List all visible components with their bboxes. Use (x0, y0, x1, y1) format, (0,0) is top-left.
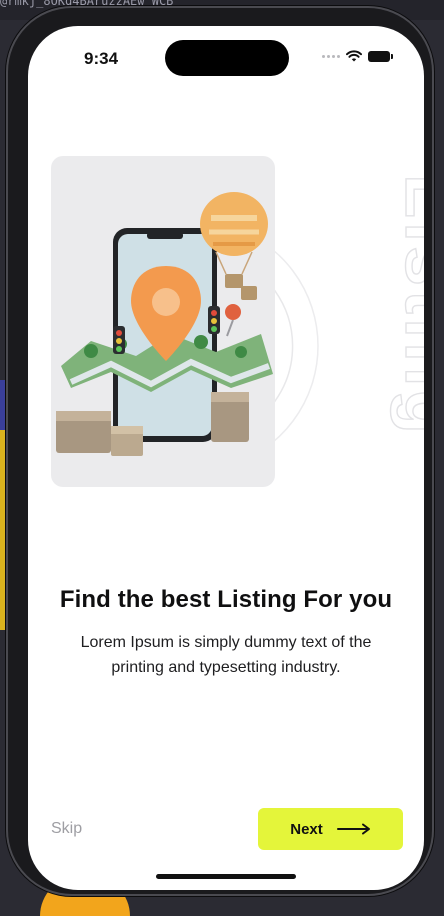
onboarding-screen: 9:34 Listing Find the best Listing For y… (28, 26, 424, 890)
status-icons (322, 50, 393, 62)
vertical-word-text: Listing (390, 174, 424, 438)
dynamic-island (165, 40, 289, 76)
onboarding-description-line: Lorem Ipsum is simply dummy text of the (80, 634, 372, 651)
next-button-label: Next (290, 820, 323, 838)
phone-map-illustration (56, 192, 273, 456)
wifi-icon (346, 50, 362, 62)
onboarding-description: Lorem Ipsum is simply dummy text of the … (72, 630, 380, 680)
onboarding-headline: Find the best Listing For you (59, 586, 393, 613)
listing-illustration (51, 156, 275, 487)
skip-button[interactable]: Skip (51, 820, 82, 838)
battery-icon (368, 50, 393, 62)
vertical-word-watermark: Listing (389, 174, 424, 439)
arrow-right-icon (336, 823, 370, 835)
signal-dots-icon (322, 54, 340, 58)
phone-simulator-frame: 9:34 Listing Find the best Listing For y… (6, 6, 434, 896)
onboarding-description-line: printing and typesetting industry. (111, 659, 341, 676)
next-button[interactable]: Next (258, 808, 403, 850)
status-time: 9:34 (84, 49, 119, 68)
home-indicator[interactable] (156, 874, 296, 879)
